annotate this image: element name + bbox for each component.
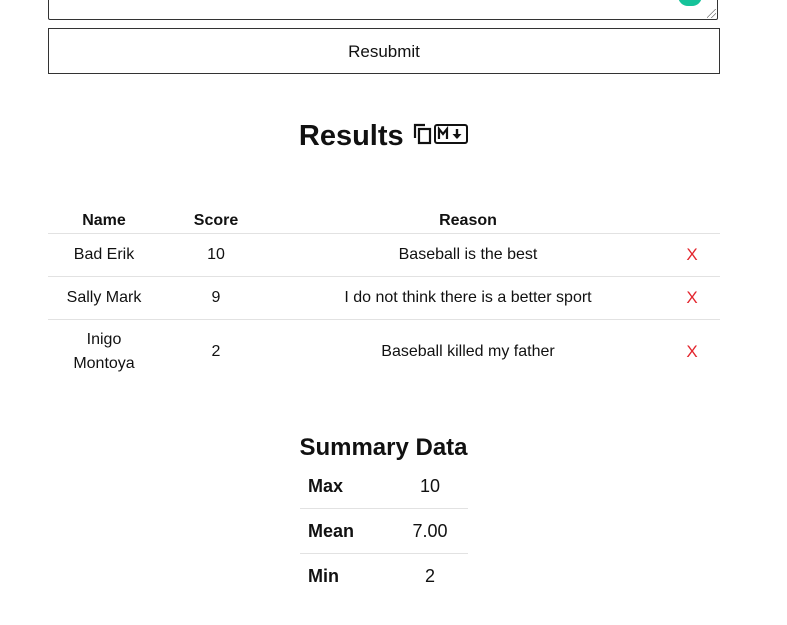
cell-score: 9 — [160, 276, 272, 320]
summary-row-max: Max 10 — [300, 464, 468, 509]
delete-row-button[interactable]: X — [686, 342, 697, 361]
cell-reason: Baseball is the best — [272, 233, 664, 277]
summary-value: 7.00 — [392, 508, 468, 554]
cell-score: 2 — [160, 319, 272, 384]
resubmit-button[interactable]: Resubmit — [48, 28, 720, 74]
table-row: Sally Mark 9 I do not think there is a b… — [48, 276, 720, 320]
results-heading: Results — [0, 120, 767, 153]
cell-name: Bad Erik — [48, 233, 160, 277]
cell-name: Inigo Montoya — [48, 319, 160, 384]
summary-value: 2 — [392, 553, 468, 598]
summary-value: 10 — [419, 475, 441, 496]
grammarly-icon[interactable] — [678, 0, 702, 6]
results-table: Name Score Reason Bad Erik 10 Baseball i… — [48, 208, 720, 384]
results-header-row: Name Score Reason — [48, 208, 720, 234]
delete-row-button[interactable]: X — [686, 245, 697, 264]
results-title: Results — [298, 120, 404, 152]
resize-handle-icon[interactable] — [707, 9, 716, 18]
column-header-reason: Reason — [439, 211, 497, 229]
summary-label: Mean — [300, 508, 392, 554]
page: Resubmit Results Name Score Reason Bad E… — [0, 0, 787, 625]
reason-textarea[interactable] — [48, 0, 718, 20]
cell-reason: Baseball killed my father — [272, 319, 664, 384]
cell-name: Sally Mark — [48, 276, 160, 320]
table-row: Bad Erik 10 Baseball is the best X — [48, 233, 720, 277]
column-header-score: Score — [193, 211, 239, 229]
column-header-delete — [664, 208, 720, 234]
cell-reason: I do not think there is a better sport — [272, 276, 664, 320]
copy-icon[interactable] — [412, 123, 432, 150]
summary-label: Min — [300, 553, 392, 598]
cell-score: 10 — [160, 233, 272, 277]
summary-title: Summary Data — [299, 434, 468, 461]
delete-row-button[interactable]: X — [686, 288, 697, 307]
summary-table: Max 10 Mean 7.00 Min 2 — [300, 464, 468, 598]
summary-row-mean: Mean 7.00 — [300, 508, 468, 554]
column-header-name: Name — [82, 211, 126, 229]
summary-row-min: Min 2 — [300, 553, 468, 598]
summary-label: Max — [308, 475, 344, 496]
table-row: Inigo Montoya 2 Baseball killed my fathe… — [48, 319, 720, 384]
markdown-download-icon[interactable] — [434, 124, 469, 149]
cell-name-text: Inigo Montoya — [73, 331, 135, 372]
